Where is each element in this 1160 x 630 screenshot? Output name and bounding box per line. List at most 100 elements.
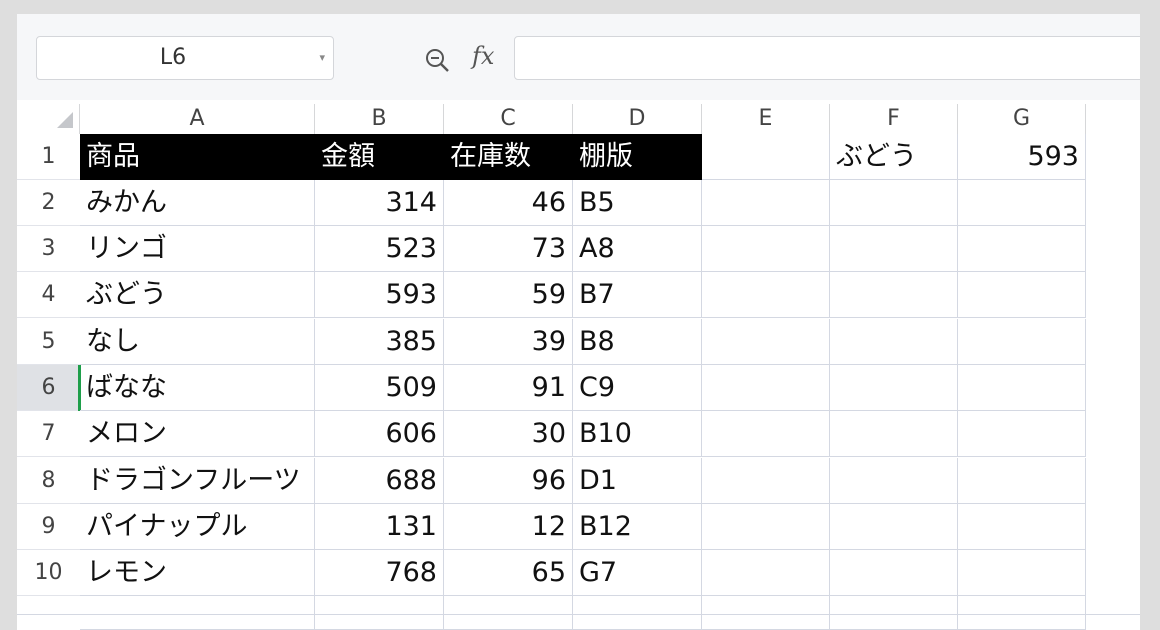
column-header-b[interactable]: B	[315, 104, 444, 134]
cell-e7[interactable]	[702, 411, 830, 457]
cell-row-11[interactable]	[702, 596, 830, 630]
cell-a7[interactable]: メロン	[80, 411, 315, 457]
name-box[interactable]: L6 ▾	[36, 36, 334, 80]
cell-e1[interactable]	[702, 134, 830, 180]
chevron-down-icon[interactable]: ▾	[319, 37, 325, 79]
column-header-a[interactable]: A	[80, 104, 315, 134]
row-header-8[interactable]: 8	[17, 458, 80, 504]
cell-a10[interactable]: レモン	[80, 550, 315, 596]
cell-g6[interactable]	[958, 365, 1086, 411]
cell-f3[interactable]	[830, 226, 958, 272]
cell-f5[interactable]	[830, 319, 958, 365]
cell-c8[interactable]: 96	[444, 458, 573, 504]
cell-b3[interactable]: 523	[315, 226, 444, 272]
cell-c6[interactable]: 91	[444, 365, 573, 411]
cell-c2[interactable]: 46	[444, 180, 573, 226]
cell-a6[interactable]: ばなな	[80, 365, 315, 411]
cell-f10[interactable]	[830, 550, 958, 596]
cell-a9[interactable]: パイナップル	[80, 504, 315, 550]
column-header-f[interactable]: F	[830, 104, 958, 134]
cell-g7[interactable]	[958, 411, 1086, 457]
cell-row-11[interactable]	[315, 596, 444, 630]
cell-e2[interactable]	[702, 180, 830, 226]
cell-c7[interactable]: 30	[444, 411, 573, 457]
table-header-c[interactable]: 在庫数	[444, 134, 573, 180]
cell-f4[interactable]	[830, 272, 958, 318]
column-header-h[interactable]	[1086, 104, 1140, 134]
cell-row-11[interactable]	[80, 596, 315, 630]
cell-b7[interactable]: 606	[315, 411, 444, 457]
cell-b5[interactable]: 385	[315, 319, 444, 365]
cell-c9[interactable]: 12	[444, 504, 573, 550]
cell-row-11[interactable]	[958, 596, 1086, 630]
cell-e9[interactable]	[702, 504, 830, 550]
row-header-6[interactable]: 6	[17, 365, 80, 411]
cell-a2[interactable]: みかん	[80, 180, 315, 226]
cell-d7[interactable]: B10	[573, 411, 702, 457]
cell-f1[interactable]: ぶどう	[830, 134, 958, 180]
cell-c10[interactable]: 65	[444, 550, 573, 596]
cell-row-11[interactable]	[444, 596, 573, 630]
row-header-3[interactable]: 3	[17, 226, 80, 272]
cell-f9[interactable]	[830, 504, 958, 550]
cell-g4[interactable]	[958, 272, 1086, 318]
cell-f6[interactable]	[830, 365, 958, 411]
row-header-1[interactable]: 1	[17, 134, 80, 180]
cell-f2[interactable]	[830, 180, 958, 226]
cell-d9[interactable]: B12	[573, 504, 702, 550]
cell-g5[interactable]	[958, 319, 1086, 365]
cell-g3[interactable]	[958, 226, 1086, 272]
row-header-9[interactable]: 9	[17, 504, 80, 550]
cell-c3[interactable]: 73	[444, 226, 573, 272]
row-header-4[interactable]: 4	[17, 272, 80, 318]
table-header-b[interactable]: 金額	[315, 134, 444, 180]
table-header-a[interactable]: 商品	[80, 134, 315, 180]
cell-e5[interactable]	[702, 319, 830, 365]
row-header-5[interactable]: 5	[17, 319, 80, 365]
cell-g2[interactable]	[958, 180, 1086, 226]
cell-g1[interactable]: 593	[958, 134, 1086, 180]
cell-g8[interactable]	[958, 458, 1086, 504]
cell-e4[interactable]	[702, 272, 830, 318]
cell-d3[interactable]: A8	[573, 226, 702, 272]
cell-g9[interactable]	[958, 504, 1086, 550]
cell-a3[interactable]: リンゴ	[80, 226, 315, 272]
cell-e3[interactable]	[702, 226, 830, 272]
cell-d2[interactable]: B5	[573, 180, 702, 226]
cell-c4[interactable]: 59	[444, 272, 573, 318]
cell-b6[interactable]: 509	[315, 365, 444, 411]
cell-d10[interactable]: G7	[573, 550, 702, 596]
cell-b9[interactable]: 131	[315, 504, 444, 550]
cell-c5[interactable]: 39	[444, 319, 573, 365]
cell-row-11[interactable]	[573, 596, 702, 630]
cell-a5[interactable]: なし	[80, 319, 315, 365]
cell-e10[interactable]	[702, 550, 830, 596]
fx-icon[interactable]: fx	[472, 42, 494, 70]
cell-a4[interactable]: ぶどう	[80, 272, 315, 318]
column-header-e[interactable]: E	[702, 104, 830, 134]
cell-d5[interactable]: B8	[573, 319, 702, 365]
row-header-2[interactable]: 2	[17, 180, 80, 226]
cell-b2[interactable]: 314	[315, 180, 444, 226]
cell-f7[interactable]	[830, 411, 958, 457]
formula-input[interactable]	[514, 36, 1140, 80]
cell-a8[interactable]: ドラゴンフルーツ	[80, 458, 315, 504]
table-header-d[interactable]: 棚版	[573, 134, 702, 180]
cell-d8[interactable]: D1	[573, 458, 702, 504]
cell-e8[interactable]	[702, 458, 830, 504]
cell-b8[interactable]: 688	[315, 458, 444, 504]
cell-b4[interactable]: 593	[315, 272, 444, 318]
cell-row-11[interactable]	[830, 596, 958, 630]
column-header-c[interactable]: C	[444, 104, 573, 134]
cell-g10[interactable]	[958, 550, 1086, 596]
column-header-g[interactable]: G	[958, 104, 1086, 134]
column-header-d[interactable]: D	[573, 104, 702, 134]
cell-e6[interactable]	[702, 365, 830, 411]
row-header-10[interactable]: 10	[17, 550, 80, 596]
row-header-7[interactable]: 7	[17, 411, 80, 457]
zoom-icon[interactable]	[424, 47, 450, 73]
cell-f8[interactable]	[830, 458, 958, 504]
cell-d6[interactable]: C9	[573, 365, 702, 411]
cell-d4[interactable]: B7	[573, 272, 702, 318]
cell-b10[interactable]: 768	[315, 550, 444, 596]
